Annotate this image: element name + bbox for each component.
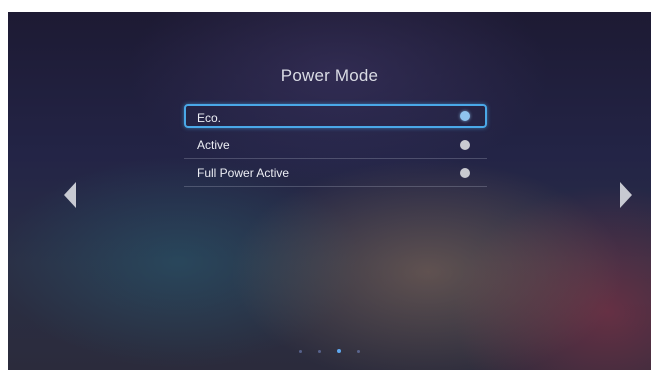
page-dot	[299, 350, 302, 353]
option-label: Eco.	[197, 111, 222, 125]
page-dot-active	[337, 349, 341, 353]
radio-unselected-icon[interactable]	[460, 168, 470, 178]
radio-selected-icon[interactable]	[460, 111, 470, 121]
option-eco[interactable]: Eco.	[184, 104, 487, 128]
option-full-power-active[interactable]: Full Power Active	[184, 159, 487, 187]
page-dot	[357, 350, 360, 353]
page-title: Power Mode	[280, 66, 379, 85]
page-indicator	[8, 349, 651, 353]
settings-screen: Power Mode Eco. Active Full Power Active	[8, 12, 651, 370]
power-mode-list: Eco. Active Full Power Active	[184, 104, 487, 187]
page-dot	[318, 350, 321, 353]
next-page-arrow-icon[interactable]	[620, 182, 632, 208]
radio-unselected-icon[interactable]	[460, 140, 470, 150]
previous-page-arrow-icon[interactable]	[64, 182, 76, 208]
option-label: Active	[197, 138, 230, 152]
option-active[interactable]: Active	[184, 131, 487, 159]
option-label: Full Power Active	[197, 166, 290, 180]
